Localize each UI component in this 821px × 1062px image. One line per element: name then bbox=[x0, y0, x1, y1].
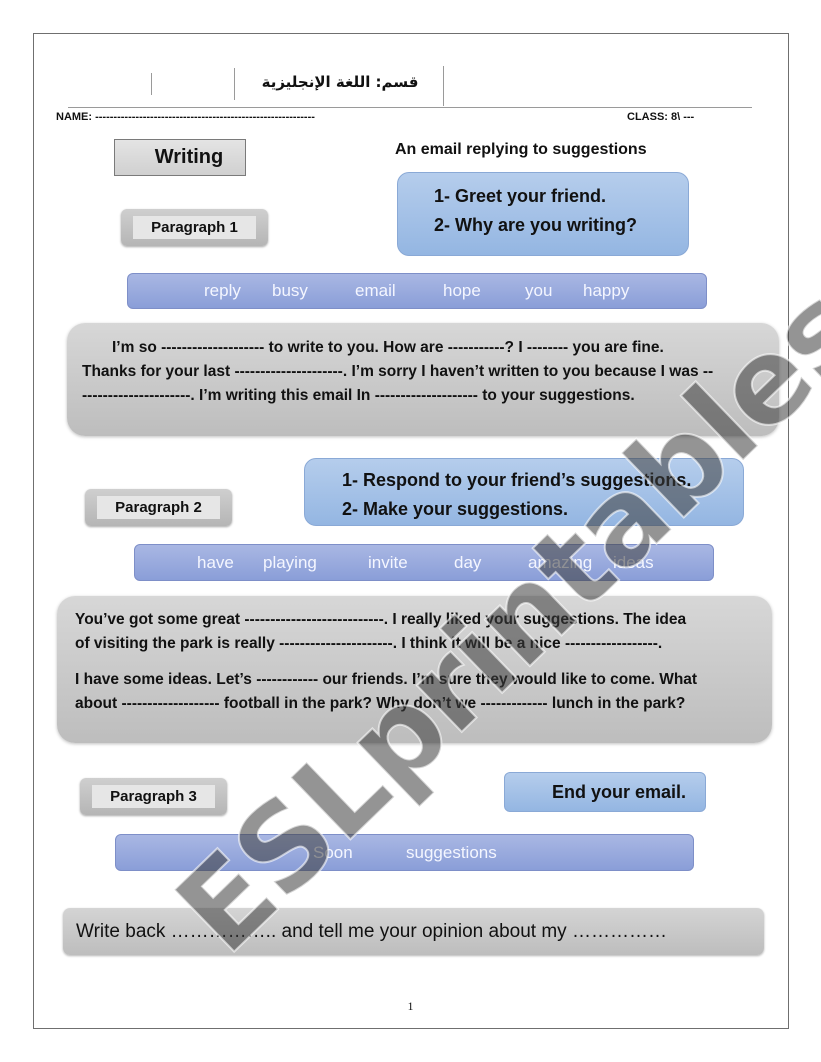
paragraph-1-tasks: 1- Greet your friend. 2- Why are you wri… bbox=[397, 172, 689, 256]
text-line: Thanks for your last -------------------… bbox=[82, 363, 714, 380]
department-title: قسم: اللغة الإنجليزية bbox=[261, 73, 419, 91]
paragraph-1-label-text: Paragraph 1 bbox=[133, 216, 256, 239]
page-number: 1 bbox=[407, 999, 414, 1013]
paragraph-3-word-bank: Soon suggestions bbox=[115, 834, 694, 871]
text-line: of visiting the park is really ---------… bbox=[75, 635, 663, 652]
paragraph-1-label: Paragraph 1 bbox=[121, 209, 268, 246]
task-item: 2- Why are you writing? bbox=[434, 215, 638, 235]
word-bank-item: have bbox=[197, 552, 234, 572]
class-field-label: CLASS: 8\ --- bbox=[627, 111, 695, 123]
paragraph-2-label-text: Paragraph 2 bbox=[97, 496, 220, 519]
word-bank-item: reply bbox=[204, 281, 241, 300]
word-bank-item: invite bbox=[368, 552, 408, 572]
header-rule bbox=[68, 107, 752, 108]
task-item: 1- Respond to your friend’s suggestions. bbox=[342, 470, 692, 490]
word-bank-item: email bbox=[355, 281, 396, 300]
closing-sentence: Write back …………….. and tell me your opin… bbox=[63, 908, 764, 955]
paragraph-1-word-bank: reply busy email hope you happy bbox=[127, 273, 707, 309]
text-line: You’ve got some great ------------------… bbox=[75, 611, 687, 628]
word-bank-item: playing bbox=[263, 552, 317, 572]
paragraph-2-word-bank: have playing invite day amazing ideas bbox=[134, 544, 714, 581]
writing-title: Writing bbox=[114, 139, 246, 176]
worksheet-subtitle: An email replying to suggestions bbox=[395, 141, 647, 158]
paragraph-2-tasks: 1- Respond to your friend’s suggestions.… bbox=[304, 458, 744, 526]
word-bank-item: ideas bbox=[613, 552, 654, 572]
text-line: ---------------------. I’m writing this … bbox=[82, 387, 635, 404]
header-divider bbox=[151, 73, 152, 95]
header-divider bbox=[234, 68, 235, 100]
word-bank-item: busy bbox=[272, 281, 308, 300]
name-field-label: NAME: ----------------------------------… bbox=[56, 111, 315, 123]
header-divider bbox=[443, 66, 444, 106]
paragraph-2-text: You’ve got some great ------------------… bbox=[57, 596, 772, 743]
text-line: about ------------------- football in th… bbox=[75, 695, 686, 712]
word-bank-item: you bbox=[525, 281, 553, 300]
paragraph-3-task: End your email. bbox=[504, 772, 706, 812]
paragraph-2-label: Paragraph 2 bbox=[85, 489, 232, 526]
text-line: I’m so -------------------- to write to … bbox=[112, 339, 664, 356]
word-bank-item: Soon bbox=[313, 842, 353, 862]
word-bank-item: hope bbox=[443, 281, 481, 300]
task-item: 1- Greet your friend. bbox=[434, 186, 607, 206]
word-bank-item: suggestions bbox=[406, 842, 497, 862]
word-bank-item: day bbox=[454, 552, 482, 572]
paragraph-3-label: Paragraph 3 bbox=[80, 778, 227, 815]
word-bank-item: amazing bbox=[528, 552, 593, 572]
paragraph-1-text: I’m so -------------------- to write to … bbox=[67, 323, 779, 436]
paragraph-3-label-text: Paragraph 3 bbox=[92, 785, 215, 808]
word-bank-item: happy bbox=[583, 281, 630, 300]
text-line: I have some ideas. Let’s ------------ ou… bbox=[75, 671, 698, 688]
task-item: 2- Make your suggestions. bbox=[342, 499, 569, 519]
